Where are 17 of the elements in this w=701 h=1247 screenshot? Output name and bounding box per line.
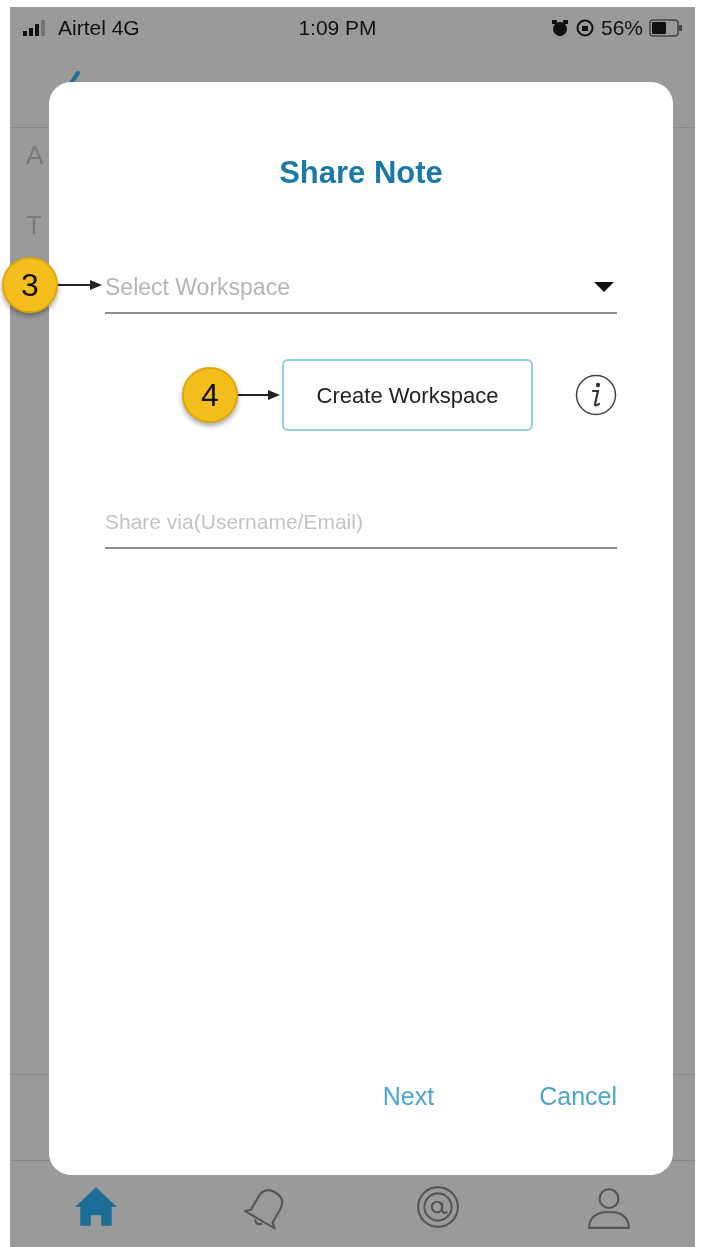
- rotation-lock-icon: [574, 18, 595, 38]
- workspace-select[interactable]: Select Workspace: [105, 262, 617, 314]
- create-workspace-button[interactable]: Create Workspace: [282, 359, 533, 431]
- alarm-icon: [550, 19, 569, 37]
- battery-icon: [649, 19, 683, 37]
- dialog-title: Share Note: [278, 154, 444, 190]
- at-sign-icon[interactable]: [415, 1184, 462, 1230]
- carrier-name: Airtel 4G: [58, 15, 140, 42]
- info-icon[interactable]: [575, 374, 617, 416]
- battery-level: 56%: [600, 15, 643, 42]
- callout-arrow: [238, 389, 280, 401]
- dropdown-caret-icon: [593, 281, 615, 293]
- dialog-action-button[interactable]: Next: [382, 1078, 435, 1116]
- status-time: 1:09 PM: [298, 15, 377, 42]
- callout-arrow: [58, 279, 102, 291]
- dialog-action-button[interactable]: Cancel: [539, 1078, 617, 1116]
- share-via-field[interactable]: Share via(Username/Email): [105, 506, 617, 538]
